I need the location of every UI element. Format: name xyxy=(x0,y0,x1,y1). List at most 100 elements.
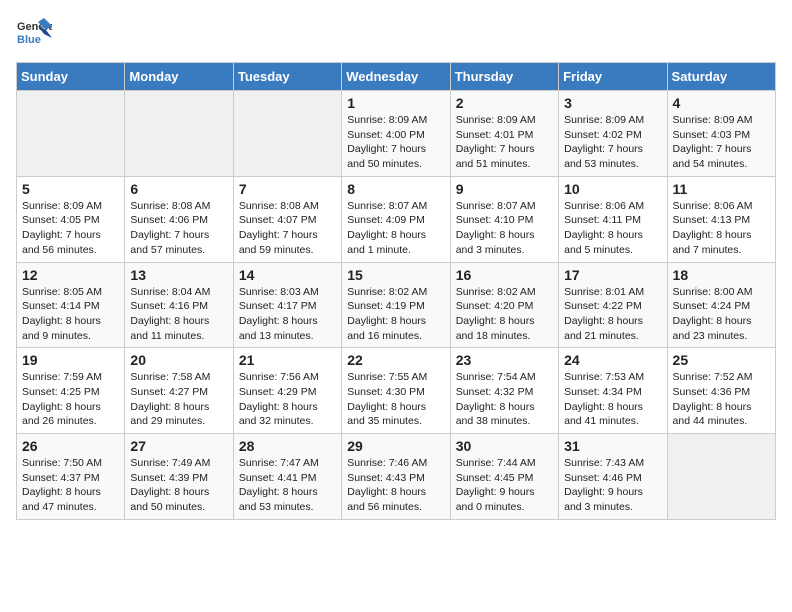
weekday-header-monday: Monday xyxy=(125,63,233,91)
calendar-cell: 1Sunrise: 8:09 AM Sunset: 4:00 PM Daylig… xyxy=(342,91,450,177)
day-number: 9 xyxy=(456,181,553,197)
calendar-cell: 10 Sunrise: 8:06 AM Sunset: 4:11 PM Dayli… xyxy=(559,176,667,262)
svg-text:Blue: Blue xyxy=(17,34,41,46)
calendar-cell: 5 Sunrise: 8:09 AM Sunset: 4:05 PM Daylig… xyxy=(17,176,125,262)
day-number: 4 xyxy=(673,95,770,111)
weekday-header-thursday: Thursday xyxy=(450,63,558,91)
day-number: 8 xyxy=(347,181,444,197)
day-info: Sunrise: 8:07 AM Sunset: 4:10 PM Dayligh… xyxy=(456,199,553,258)
day-number: 19 xyxy=(22,352,119,368)
day-number: 12 xyxy=(22,267,119,283)
day-info: Sunrise: 8:09 AM Sunset: 4:02 PM Dayligh… xyxy=(564,113,661,172)
calendar-cell: 22Sunrise: 7:55 AM Sunset: 4:30 PM Dayli… xyxy=(342,348,450,434)
day-info: Sunrise: 7:47 AM Sunset: 4:41 PM Dayligh… xyxy=(239,456,336,515)
day-info: Sunrise: 7:44 AM Sunset: 4:45 PM Dayligh… xyxy=(456,456,553,515)
day-number: 5 xyxy=(22,181,119,197)
day-info: Sunrise: 7:58 AM Sunset: 4:27 PM Dayligh… xyxy=(130,370,227,429)
day-info: Sunrise: 8:02 AM Sunset: 4:20 PM Dayligh… xyxy=(456,285,553,344)
day-info: Sunrise: 8:04 AM Sunset: 4:16 PM Dayligh… xyxy=(130,285,227,344)
day-number: 2 xyxy=(456,95,553,111)
week-row-1: 1Sunrise: 8:09 AM Sunset: 4:00 PM Daylig… xyxy=(17,91,776,177)
weekday-header-wednesday: Wednesday xyxy=(342,63,450,91)
calendar-cell: 26 Sunrise: 7:50 AM Sunset: 4:37 PM Dayli… xyxy=(17,434,125,520)
week-row-5: 26 Sunrise: 7:50 AM Sunset: 4:37 PM Dayli… xyxy=(17,434,776,520)
calendar-cell: 9 Sunrise: 8:07 AM Sunset: 4:10 PM Daylig… xyxy=(450,176,558,262)
day-number: 27 xyxy=(130,438,227,454)
weekday-header-tuesday: Tuesday xyxy=(233,63,341,91)
calendar-cell xyxy=(125,91,233,177)
day-info: Sunrise: 8:09 AM Sunset: 4:03 PM Dayligh… xyxy=(673,113,770,172)
day-info: Sunrise: 8:06 AM Sunset: 4:11 PM Dayligh… xyxy=(564,199,661,258)
day-number: 21 xyxy=(239,352,336,368)
calendar-cell: 19 Sunrise: 7:59 AM Sunset: 4:25 PM Dayli… xyxy=(17,348,125,434)
calendar-cell: 27 Sunrise: 7:49 AM Sunset: 4:39 PM Dayli… xyxy=(125,434,233,520)
week-row-2: 5 Sunrise: 8:09 AM Sunset: 4:05 PM Daylig… xyxy=(17,176,776,262)
week-row-4: 19 Sunrise: 7:59 AM Sunset: 4:25 PM Dayli… xyxy=(17,348,776,434)
day-number: 28 xyxy=(239,438,336,454)
day-info: Sunrise: 7:49 AM Sunset: 4:39 PM Dayligh… xyxy=(130,456,227,515)
day-info: Sunrise: 8:02 AM Sunset: 4:19 PM Dayligh… xyxy=(347,285,444,344)
day-info: Sunrise: 7:53 AM Sunset: 4:34 PM Dayligh… xyxy=(564,370,661,429)
day-number: 30 xyxy=(456,438,553,454)
weekday-header-friday: Friday xyxy=(559,63,667,91)
calendar-cell: 3 Sunrise: 8:09 AM Sunset: 4:02 PM Daylig… xyxy=(559,91,667,177)
page-header: General Blue xyxy=(16,16,776,52)
weekday-header-saturday: Saturday xyxy=(667,63,775,91)
day-info: Sunrise: 7:52 AM Sunset: 4:36 PM Dayligh… xyxy=(673,370,770,429)
day-number: 20 xyxy=(130,352,227,368)
day-info: Sunrise: 8:05 AM Sunset: 4:14 PM Dayligh… xyxy=(22,285,119,344)
calendar-cell: 2Sunrise: 8:09 AM Sunset: 4:01 PM Daylig… xyxy=(450,91,558,177)
day-number: 23 xyxy=(456,352,553,368)
day-info: Sunrise: 7:59 AM Sunset: 4:25 PM Dayligh… xyxy=(22,370,119,429)
day-info: Sunrise: 7:46 AM Sunset: 4:43 PM Dayligh… xyxy=(347,456,444,515)
calendar-cell: 7 Sunrise: 8:08 AM Sunset: 4:07 PM Daylig… xyxy=(233,176,341,262)
calendar-cell xyxy=(667,434,775,520)
day-number: 11 xyxy=(673,181,770,197)
day-number: 14 xyxy=(239,267,336,283)
day-info: Sunrise: 7:54 AM Sunset: 4:32 PM Dayligh… xyxy=(456,370,553,429)
calendar-cell: 6Sunrise: 8:08 AM Sunset: 4:06 PM Daylig… xyxy=(125,176,233,262)
day-info: Sunrise: 7:50 AM Sunset: 4:37 PM Dayligh… xyxy=(22,456,119,515)
calendar-cell: 14Sunrise: 8:03 AM Sunset: 4:17 PM Dayli… xyxy=(233,262,341,348)
logo-brand: General Blue xyxy=(16,16,52,52)
calendar-cell: 15 Sunrise: 8:02 AM Sunset: 4:19 PM Dayli… xyxy=(342,262,450,348)
day-number: 13 xyxy=(130,267,227,283)
day-number: 10 xyxy=(564,181,661,197)
calendar-cell: 30 Sunrise: 7:44 AM Sunset: 4:45 PM Dayli… xyxy=(450,434,558,520)
calendar-cell: 11 Sunrise: 8:06 AM Sunset: 4:13 PM Dayli… xyxy=(667,176,775,262)
calendar-cell xyxy=(233,91,341,177)
day-info: Sunrise: 8:08 AM Sunset: 4:07 PM Dayligh… xyxy=(239,199,336,258)
calendar-cell: 24 Sunrise: 7:53 AM Sunset: 4:34 PM Dayli… xyxy=(559,348,667,434)
calendar-table: SundayMondayTuesdayWednesdayThursdayFrid… xyxy=(16,62,776,520)
day-number: 7 xyxy=(239,181,336,197)
day-info: Sunrise: 8:00 AM Sunset: 4:24 PM Dayligh… xyxy=(673,285,770,344)
day-info: Sunrise: 8:09 AM Sunset: 4:05 PM Dayligh… xyxy=(22,199,119,258)
day-number: 29 xyxy=(347,438,444,454)
weekday-header-row: SundayMondayTuesdayWednesdayThursdayFrid… xyxy=(17,63,776,91)
day-info: Sunrise: 7:56 AM Sunset: 4:29 PM Dayligh… xyxy=(239,370,336,429)
day-info: Sunrise: 8:09 AM Sunset: 4:00 PM Dayligh… xyxy=(347,113,444,172)
day-number: 24 xyxy=(564,352,661,368)
day-number: 25 xyxy=(673,352,770,368)
week-row-3: 12 Sunrise: 8:05 AM Sunset: 4:14 PM Dayli… xyxy=(17,262,776,348)
logo-graphic: General Blue xyxy=(16,16,52,52)
calendar-cell: 16Sunrise: 8:02 AM Sunset: 4:20 PM Dayli… xyxy=(450,262,558,348)
day-info: Sunrise: 8:01 AM Sunset: 4:22 PM Dayligh… xyxy=(564,285,661,344)
day-number: 26 xyxy=(22,438,119,454)
day-info: Sunrise: 7:55 AM Sunset: 4:30 PM Dayligh… xyxy=(347,370,444,429)
day-info: Sunrise: 7:43 AM Sunset: 4:46 PM Dayligh… xyxy=(564,456,661,515)
calendar-cell xyxy=(17,91,125,177)
day-info: Sunrise: 8:06 AM Sunset: 4:13 PM Dayligh… xyxy=(673,199,770,258)
day-number: 17 xyxy=(564,267,661,283)
calendar-cell: 4 Sunrise: 8:09 AM Sunset: 4:03 PM Daylig… xyxy=(667,91,775,177)
calendar-cell: 18Sunrise: 8:00 AM Sunset: 4:24 PM Dayli… xyxy=(667,262,775,348)
calendar-cell: 20 Sunrise: 7:58 AM Sunset: 4:27 PM Dayli… xyxy=(125,348,233,434)
calendar-cell: 17 Sunrise: 8:01 AM Sunset: 4:22 PM Dayli… xyxy=(559,262,667,348)
day-number: 3 xyxy=(564,95,661,111)
day-number: 15 xyxy=(347,267,444,283)
calendar-cell: 13 Sunrise: 8:04 AM Sunset: 4:16 PM Dayli… xyxy=(125,262,233,348)
weekday-header-sunday: Sunday xyxy=(17,63,125,91)
calendar-cell: 29 Sunrise: 7:46 AM Sunset: 4:43 PM Dayli… xyxy=(342,434,450,520)
calendar-cell: 12 Sunrise: 8:05 AM Sunset: 4:14 PM Dayli… xyxy=(17,262,125,348)
day-info: Sunrise: 8:07 AM Sunset: 4:09 PM Dayligh… xyxy=(347,199,444,258)
